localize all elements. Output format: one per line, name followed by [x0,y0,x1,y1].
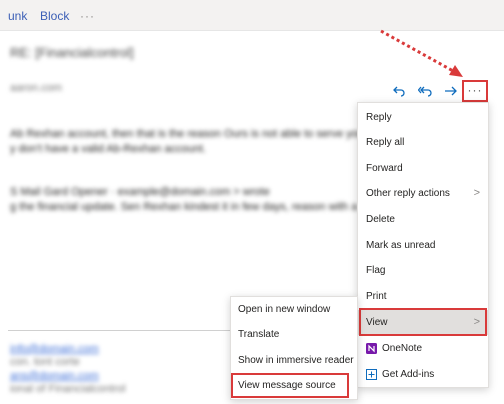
submenu-view-message-source[interactable]: View message source [231,373,357,398]
email-subject: RE: [Financialcontrol] [10,45,134,60]
email-body-line1: Ab Rexhan account, then that is the reas… [10,128,387,140]
chevron-right-icon: > [473,316,480,328]
addins-icon [366,369,377,380]
menu-item-mark-unread[interactable]: Mark as unread [358,233,488,258]
signature-line1: info@domain.com [10,343,99,355]
forward-icon[interactable] [444,84,458,98]
menu-item-forward[interactable]: Forward [358,156,488,181]
menu-item-flag[interactable]: Flag [358,258,488,283]
more-actions-menu: Reply Reply all Forward Other reply acti… [357,102,489,388]
onenote-icon [366,343,377,354]
menu-item-delete[interactable]: Delete [358,207,488,232]
menu-item-onenote[interactable]: OneNote [358,336,488,361]
submenu-open-new-window[interactable]: Open in new window [231,297,357,322]
reply-all-icon[interactable] [418,84,432,98]
menu-item-view[interactable]: View > [358,310,488,335]
block-button[interactable]: Block [40,9,69,23]
menu-item-reply-all[interactable]: Reply all [358,130,488,155]
email-from: aaron.com [10,82,62,94]
menu-item-get-addins[interactable]: Get Add-ins [358,362,488,387]
annotation-arrow [380,29,463,77]
junk-button[interactable]: unk [8,9,27,23]
quote-body: g the financial update. Sen Rexhan kinde… [10,201,358,213]
quote-header: S Mail Gard Opener · example@domain.com … [10,186,270,198]
submenu-immersive-reader[interactable]: Show in immersive reader [231,348,357,373]
chevron-right-icon: > [473,187,480,199]
menu-item-print[interactable]: Print [358,284,488,309]
signature-line3: ans@domain.com [10,370,99,382]
toolbar-more-button[interactable]: ··· [80,9,95,23]
view-submenu: Open in new window Translate Show in imm… [230,296,358,400]
menu-item-other-reply-actions[interactable]: Other reply actions > [358,181,488,206]
signature-line2: con. tont corte [10,356,80,368]
menu-item-reply[interactable]: Reply [358,105,488,130]
email-body-line2: y don't have a valid Ab-Rexhan account. [10,143,206,155]
signature-line4: ional of Financialcontrol [10,383,126,395]
submenu-translate[interactable]: Translate [231,322,357,347]
reply-icon[interactable] [392,84,406,98]
